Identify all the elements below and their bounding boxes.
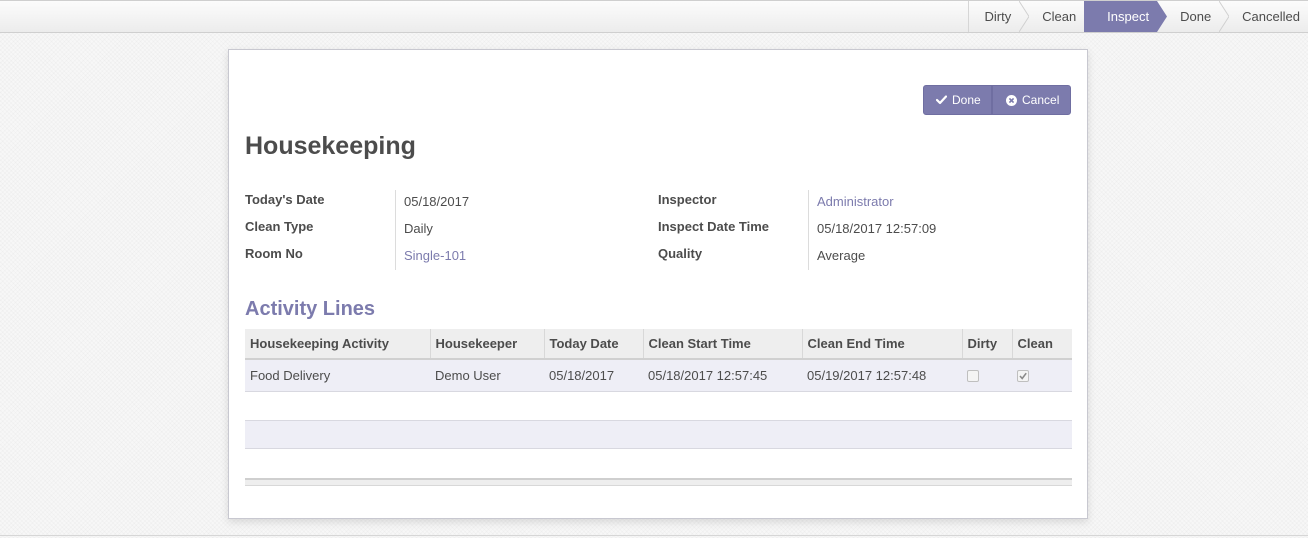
table-row[interactable]: Food Delivery Demo User 05/18/2017 05/18…: [245, 359, 1072, 392]
field-divider: [395, 190, 396, 270]
empty-row: [245, 420, 1072, 449]
inspect-date-time-value[interactable]: 05/18/2017 12:57:09: [817, 221, 936, 236]
activity-cell: Food Delivery: [245, 359, 430, 392]
clean-type-label: Clean Type: [245, 219, 314, 234]
stage-pipeline: Dirty Clean Inspect Done Cancelled: [968, 1, 1308, 32]
cancel-button[interactable]: Cancel: [992, 85, 1071, 115]
done-button-label: Done: [952, 93, 981, 107]
todays-date-value[interactable]: 05/18/2017: [404, 194, 469, 209]
quality-value[interactable]: Average: [817, 248, 865, 263]
column-header-activity[interactable]: Housekeeping Activity: [245, 329, 431, 360]
stage-label: Dirty: [984, 9, 1012, 24]
page-title: Housekeeping: [245, 132, 416, 160]
table-footer: [245, 478, 1072, 486]
chevron-right-icon: [1219, 1, 1230, 32]
stage-cancelled[interactable]: Cancelled: [1219, 1, 1308, 32]
today-date-cell: 05/18/2017: [544, 359, 643, 392]
dirty-cell: [962, 359, 1012, 392]
stage-dirty[interactable]: Dirty: [969, 1, 1030, 32]
chevron-right-icon: [1084, 1, 1095, 32]
statusbar: Dirty Clean Inspect Done Cancelled: [0, 0, 1308, 33]
clean-cell: [1012, 359, 1072, 392]
room-no-link[interactable]: Single-101: [404, 248, 466, 263]
clean-type-value[interactable]: Daily: [404, 221, 433, 236]
activity-lines-title: Activity Lines: [245, 298, 376, 320]
clean-checkbox[interactable]: [1017, 370, 1029, 383]
table-header-row: Housekeeping Activity Housekeeper Today …: [245, 329, 1072, 360]
times-circle-icon: [1006, 94, 1017, 106]
chevron-right-icon: [1019, 1, 1030, 32]
inspect-date-time-label: Inspect Date Time: [658, 219, 770, 234]
chevron-right-icon: [1157, 1, 1168, 32]
column-header-housekeeper[interactable]: Housekeeper: [430, 329, 545, 360]
done-button[interactable]: Done: [923, 85, 992, 115]
dirty-checkbox[interactable]: [967, 370, 979, 383]
inspector-label: Inspector: [658, 192, 717, 207]
field-divider: [808, 190, 809, 270]
room-no-label: Room No: [245, 246, 303, 261]
stage-label: Inspect: [1107, 9, 1150, 24]
stage-inspect[interactable]: Inspect: [1084, 1, 1168, 32]
stage-label: Cancelled: [1242, 9, 1300, 24]
clean-start-time-cell: 05/18/2017 12:57:45: [643, 359, 802, 392]
column-header-dirty[interactable]: Dirty: [962, 329, 1013, 360]
column-header-clean[interactable]: Clean: [1012, 329, 1072, 360]
check-icon: [936, 95, 947, 105]
cancel-button-label: Cancel: [1022, 93, 1060, 107]
todays-date-label: Today's Date: [245, 192, 325, 207]
column-header-today-date[interactable]: Today Date: [544, 329, 644, 360]
form-sheet: Done Cancel Housekeeping Today's Date Cl…: [228, 49, 1088, 519]
housekeeper-cell: Demo User: [430, 359, 544, 392]
activity-lines-table: Housekeeping Activity Housekeeper Today …: [245, 329, 1072, 392]
clean-end-time-cell: 05/19/2017 12:57:48: [802, 359, 962, 392]
divider: [0, 535, 1308, 536]
stage-label: Done: [1180, 9, 1212, 24]
header-button-group: Done Cancel: [923, 85, 1071, 115]
quality-label: Quality: [658, 246, 703, 261]
column-header-clean-end-time[interactable]: Clean End Time: [802, 329, 963, 360]
stage-label: Clean: [1042, 9, 1077, 24]
inspector-link[interactable]: Administrator: [817, 194, 894, 209]
checkmark-icon: [1019, 373, 1027, 381]
column-header-clean-start-time[interactable]: Clean Start Time: [643, 329, 803, 360]
